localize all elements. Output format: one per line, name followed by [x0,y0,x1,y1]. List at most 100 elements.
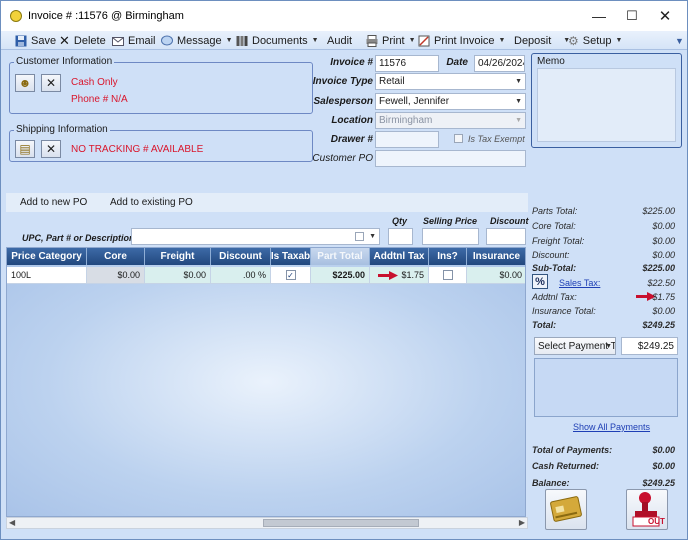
chevron-down-icon: ▼ [615,37,623,44]
customer-info-panel: Customer Information ☻ ✕ Cash Only Phone… [9,56,313,114]
cell-discount[interactable]: .00 % [211,267,271,284]
is-taxable-checkbox[interactable]: ✓ [285,270,296,280]
column-core[interactable]: Core [87,248,145,265]
close-window-button[interactable]: ✕ [649,5,681,27]
percent-icon[interactable]: % [532,274,548,289]
customer-clear-button[interactable]: ✕ [41,74,61,92]
toolbar: Save ✕ Delete Email Message ▼ Documents … [1,31,687,50]
cell-insurance[interactable]: $0.00 [467,267,525,284]
column-insurance[interactable]: Insurance [467,248,525,265]
print-invoice-button[interactable]: Print Invoice ▼ [418,33,505,48]
drawer-field[interactable] [375,131,439,148]
sales-tax-link[interactable]: Sales Tax: [559,278,600,288]
scrollbar-thumb[interactable] [263,519,419,527]
cell-freight[interactable]: $0.00 [145,267,211,284]
payment-type-select[interactable]: Select Payment T ▼ [534,337,616,355]
selling-price-label: Selling Price [423,216,478,226]
minimize-button[interactable]: — [583,5,615,27]
payment-amount-input[interactable]: $249.25 [621,337,678,355]
invoice-type-label: Invoice Type [312,76,373,87]
shipping-edit-button[interactable]: ▤ [15,140,35,158]
show-all-payments-link[interactable]: Show All Payments [573,422,650,432]
invoice-type-value: Retail [379,76,405,87]
balance-label: Balance: [532,478,570,488]
invoice-type-select[interactable]: Retail ▼ [375,73,526,90]
cash-returned-label: Cash Returned: [532,461,600,471]
message-menu[interactable]: Message ▼ [161,33,233,48]
customer-po-field[interactable] [375,150,526,167]
invoice-print-icon [418,35,430,46]
parts-grid: Price Category Core Freight Discount Is … [6,247,526,517]
chevron-down-icon: ▼ [225,37,233,44]
toolbar-overflow-button[interactable]: ▼ [675,33,684,48]
qty-input[interactable] [388,228,413,245]
add-new-po-button[interactable]: Add to new PO [20,197,87,208]
chevron-down-icon: ▼ [515,98,522,105]
cell-part-total[interactable]: $225.00 [311,267,370,284]
cash-returned-value: $0.00 [652,461,675,471]
salesperson-select[interactable]: Fewell, Jennifer ▼ [375,93,526,110]
scroll-right-icon[interactable]: ▶ [519,518,525,527]
total-payments-value: $0.00 [652,445,675,455]
take-payment-button[interactable] [545,489,587,530]
location-label: Location [331,115,373,126]
column-freight[interactable]: Freight [145,248,211,265]
memo-textarea[interactable] [537,68,676,142]
setup-menu[interactable]: ⚙ Setup ▼ [568,33,622,48]
documents-menu[interactable]: Documents ▼ [236,33,319,48]
column-ins[interactable]: Ins? [429,248,467,265]
discount-input[interactable] [486,228,526,245]
invoice-number-field[interactable]: 11576 [375,55,439,72]
column-discount[interactable]: Discount [211,248,271,265]
email-label: Email [128,34,156,47]
delete-button[interactable]: ✕ Delete [59,33,106,48]
selling-price-input[interactable] [422,228,479,245]
column-part-total[interactable]: Part Total [311,248,370,265]
search-toggle-checkbox[interactable] [355,232,364,241]
print-menu[interactable]: Print ▼ [366,33,416,48]
tax-exempt-checkbox[interactable] [454,134,463,143]
table-row[interactable]: 100L $0.00 $0.00 .00 % ✓ $225.00 $1.75 $… [7,267,525,284]
date-field[interactable]: 04/26/2024 [474,55,525,72]
upc-search-input[interactable]: ▼ [131,228,380,245]
tax-exempt-label: Is Tax Exempt [468,134,525,144]
addtnl-tax-value: $1.75 [401,270,424,280]
shipping-clear-button[interactable]: ✕ [41,140,61,158]
balance-value: $249.25 [642,478,675,488]
print-label: Print [382,34,405,47]
cell-core[interactable]: $0.00 [87,267,145,284]
customer-lookup-button[interactable]: ☻ [15,74,35,92]
freight-total-value: $0.00 [652,236,675,246]
column-price-category[interactable]: Price Category [7,248,87,265]
floppy-icon [15,35,27,46]
add-existing-po-button[interactable]: Add to existing PO [110,197,193,208]
discount-total-value: $0.00 [652,250,675,260]
deposit-menu[interactable]: Deposit ▼ [514,33,570,48]
parts-total-label: Parts Total: [532,206,578,216]
memo-label: Memo [537,56,565,67]
maximize-button[interactable]: ☐ [616,5,648,27]
cell-ins[interactable] [429,267,467,284]
save-button[interactable]: Save [15,33,56,48]
grid-horizontal-scrollbar[interactable]: ◀ ▶ [6,517,528,529]
app-icon [10,10,22,22]
column-addtnl-tax[interactable]: Addtnl Tax [370,248,429,265]
ins-checkbox[interactable] [442,270,453,280]
cell-price-category[interactable]: 100L [7,267,87,284]
person-icon: ☻ [18,76,32,90]
cell-is-taxable[interactable]: ✓ [271,267,311,284]
customer-info-legend: Customer Information [14,56,115,67]
email-button[interactable]: Email [112,33,156,48]
save-label: Save [31,34,57,47]
audit-button[interactable]: Audit [327,33,352,48]
location-value: Birmingham [379,115,433,126]
core-total-label: Core Total: [532,221,576,231]
message-label: Message [177,34,222,47]
cell-addtnl-tax[interactable]: $1.75 [370,267,429,284]
scroll-left-icon[interactable]: ◀ [9,518,15,527]
speech-bubble-icon [161,35,173,45]
checkout-button[interactable]: OUT [626,489,668,530]
column-is-taxable[interactable]: Is Taxab [271,248,311,265]
sub-total-value: $225.00 [642,263,675,273]
shipping-label-icon: ▤ [19,142,31,156]
